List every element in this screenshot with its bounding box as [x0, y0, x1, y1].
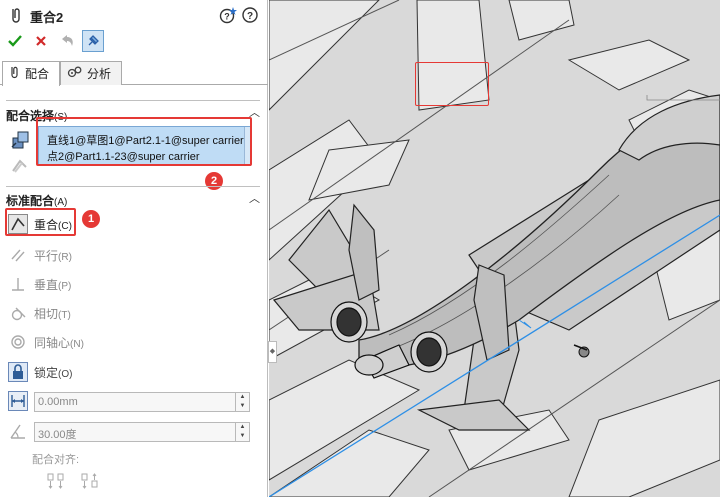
aligned-icon[interactable] — [46, 472, 66, 493]
spin-up-arrow[interactable]: ▲ — [235, 393, 249, 402]
highlight-box — [36, 117, 252, 166]
selection-highlight — [415, 62, 489, 106]
cancel-button[interactable] — [30, 30, 52, 52]
lock-icon — [8, 362, 28, 382]
lock-button[interactable]: 锁定(O) — [8, 360, 72, 384]
concentric-label: 同轴心(N) — [34, 335, 84, 350]
highlight-box — [5, 208, 76, 236]
page-title: 重合2 — [30, 10, 64, 25]
tab-bar: 配合 分析 — [0, 61, 268, 86]
perpendicular-label: 垂直(P) — [34, 277, 72, 292]
parallel-button[interactable]: 平行(R) — [8, 243, 72, 267]
property-manager: 重合2 ? ? 配合 分析 配合选择(S) ︿ 直线1@草图1@Part2.1-… — [0, 0, 268, 497]
distance-field[interactable]: 0.00mm ▲ ▼ — [34, 392, 250, 412]
spin-up-arrow[interactable]: ▲ — [235, 423, 249, 432]
mate-alignment-buttons — [46, 472, 100, 493]
tab-mate-label: 配合 — [25, 67, 50, 81]
gears-icon — [67, 65, 83, 85]
aircraft-model-render — [269, 0, 720, 497]
lock-label: 锁定(O) — [34, 365, 73, 380]
spin-down-arrow[interactable]: ▼ — [235, 432, 249, 441]
anti-aligned-icon[interactable] — [80, 472, 100, 493]
svg-text:?: ? — [247, 11, 253, 22]
angle-icon — [8, 421, 28, 444]
perpendicular-button[interactable]: 垂直(P) — [8, 272, 71, 296]
graphics-viewport[interactable] — [269, 0, 720, 497]
help-star-icon[interactable]: ? — [219, 6, 237, 27]
parallel-icon — [8, 245, 28, 265]
tangent-label: 相切(T) — [34, 306, 71, 321]
tab-analysis[interactable]: 分析 — [60, 61, 122, 85]
tab-mate[interactable]: 配合 — [2, 61, 60, 86]
divider — [6, 100, 260, 101]
divider — [6, 186, 260, 187]
help-icon[interactable]: ? — [241, 6, 259, 27]
svg-text:?: ? — [224, 12, 230, 22]
undo-button[interactable] — [56, 30, 78, 52]
multiple-mates-icon — [10, 155, 30, 178]
tab-analysis-label: 分析 — [87, 67, 112, 81]
collapse-chevron-icon[interactable]: ︿ — [249, 190, 260, 206]
standard-mates-title: 标准配合(A) — [6, 194, 68, 208]
perpendicular-icon — [8, 274, 28, 294]
mate-entities-icon — [10, 129, 32, 154]
ok-button[interactable] — [4, 30, 26, 52]
callout-badge-1: 1 — [82, 210, 100, 228]
tangent-icon — [8, 303, 28, 323]
angle-field[interactable]: 30.00度 ▲ ▼ — [34, 422, 250, 442]
concentric-button[interactable]: 同轴心(N) — [8, 330, 84, 354]
mate-alignment-label: 配合对齐: — [32, 454, 80, 466]
keep-visible-button[interactable] — [82, 30, 104, 52]
parallel-label: 平行(R) — [34, 248, 72, 263]
callout-badge-2: 2 — [205, 172, 223, 190]
action-bar — [4, 30, 104, 54]
panel-collapse-handle[interactable]: ◆ — [268, 341, 277, 363]
distance-icon — [8, 391, 28, 414]
tangent-button[interactable]: 相切(T) — [8, 301, 71, 325]
property-manager-header: 重合2 ? ? — [0, 0, 268, 30]
paperclip-icon — [9, 65, 21, 86]
concentric-icon — [8, 332, 28, 352]
paperclip-icon — [8, 6, 24, 27]
spin-down-arrow[interactable]: ▼ — [235, 402, 249, 411]
